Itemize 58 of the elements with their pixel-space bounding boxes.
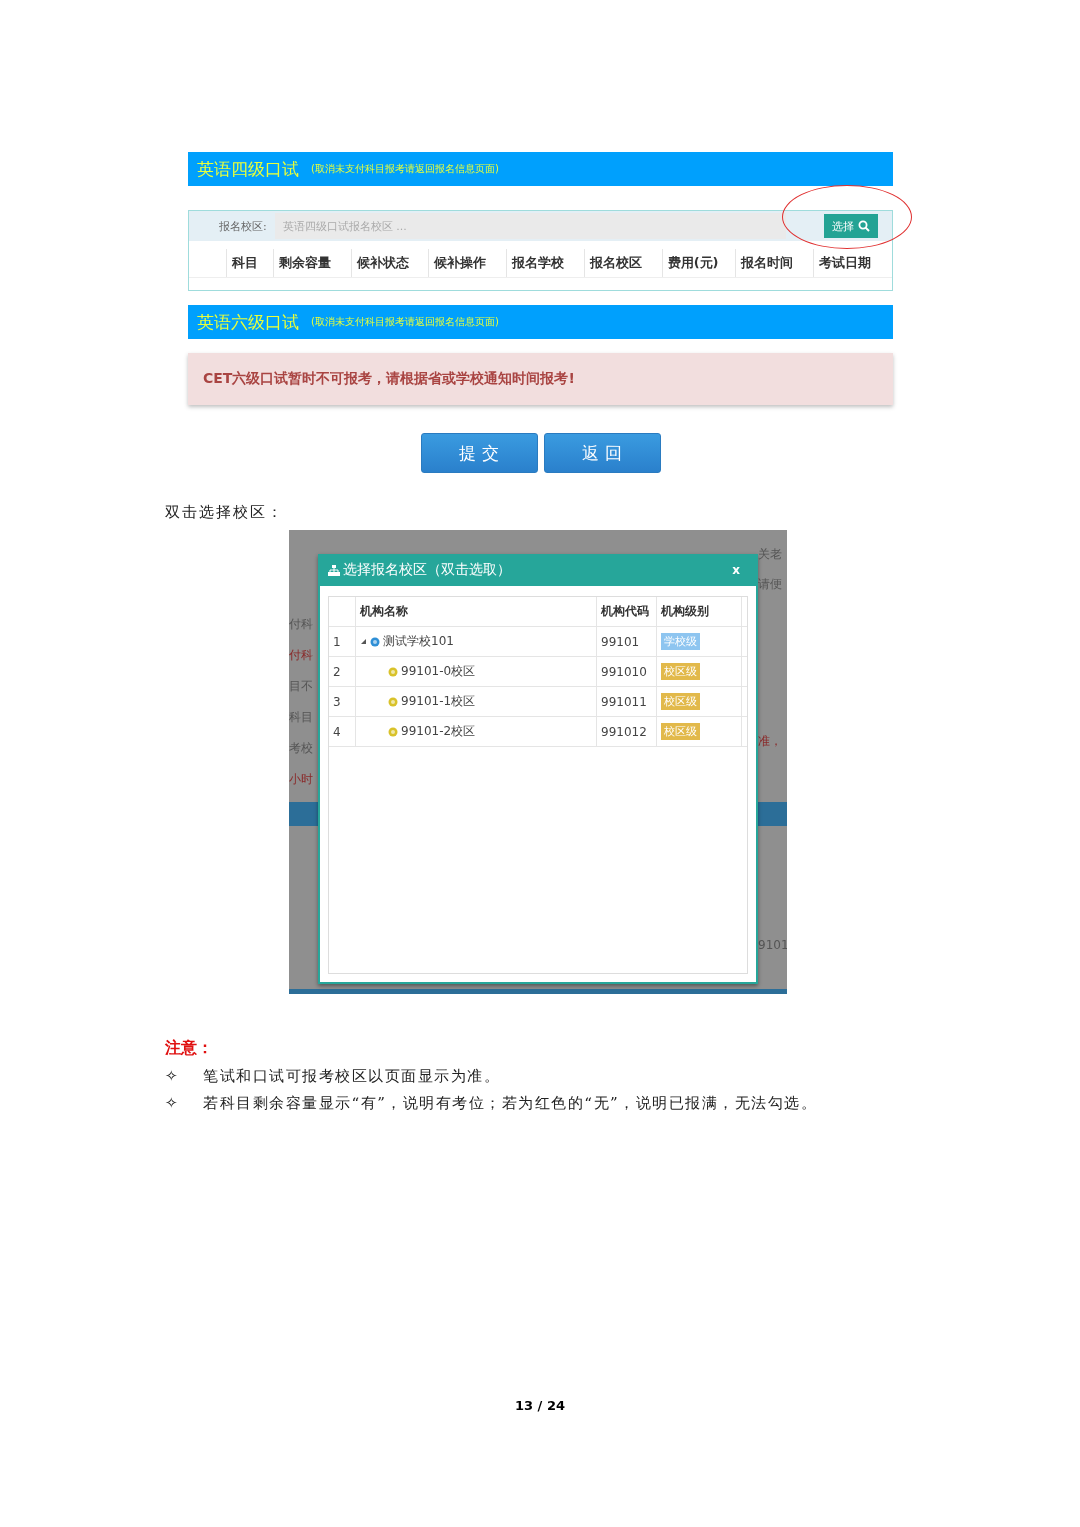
table-cell: 991011	[597, 687, 657, 716]
level-tag: 校区级	[661, 723, 700, 740]
section-note: (取消未支付科目报考请返回报名信息页面)	[311, 162, 499, 176]
form-button[interactable]: 提 交	[420, 433, 538, 473]
row-number: 2	[329, 657, 356, 686]
tree-node[interactable]: 99101-0校区	[356, 657, 597, 686]
column-header: 候补状态	[350, 249, 429, 277]
tree-node[interactable]: 99101-2校区	[356, 717, 597, 746]
row-number: 4	[329, 717, 356, 746]
form-button[interactable]: 返 回	[543, 433, 661, 473]
column-header: 候补操作	[428, 249, 507, 277]
search-icon	[858, 220, 870, 232]
column-header: 机构级别	[657, 597, 742, 626]
column-header: 机构代码	[597, 597, 657, 626]
alert-text: CET六级口试暂时不可报考，请根据省或学校通知时间报考!	[203, 370, 575, 388]
campus-field[interactable]: 英语四级口试报名校区 ...	[274, 213, 786, 239]
column-header: 剩余容量	[272, 249, 351, 277]
level-tag: 校区级	[661, 693, 700, 710]
column-header: 费用(元)	[661, 249, 736, 277]
level-tag: 校区级	[661, 663, 700, 680]
note-heading: 注意：	[165, 1038, 214, 1059]
background-text: 9101	[758, 938, 787, 952]
section-title: 英语四级口试	[197, 157, 299, 181]
column-header: 科目	[225, 249, 273, 277]
dialog-title: 选择报名校区（双击选取）	[328, 561, 511, 579]
school-node-icon	[370, 636, 380, 647]
background-text: 准，	[758, 733, 783, 750]
tree-node[interactable]: 测试学校101	[356, 627, 597, 656]
campus-node-icon	[388, 726, 398, 737]
section-note: (取消未支付科目报考请返回报名信息页面)	[311, 315, 499, 329]
background-text: 考校	[289, 740, 314, 757]
table-cell: 991012	[597, 717, 657, 746]
page-number: 13 / 24	[514, 1398, 566, 1413]
section-title: 英语六级口试	[197, 310, 299, 334]
tree-node[interactable]: 99101-1校区	[356, 687, 597, 716]
note-text: 若科目剩余容量显示“有”，说明有考位；若为红色的“无”，说明已报满，无法勾选。	[203, 1094, 818, 1113]
background-text: 付科	[289, 647, 314, 664]
campus-node-icon	[388, 666, 398, 677]
column-header: 报名学校	[506, 249, 584, 277]
background-text: 付科	[289, 616, 314, 633]
expand-triangle-icon[interactable]	[360, 638, 367, 645]
row-number: 1	[329, 627, 356, 656]
column-header: 报名校区	[583, 249, 662, 277]
column-header: 考试日期	[813, 249, 893, 277]
campus-label: 报名校区:	[219, 218, 267, 234]
row-number: 3	[329, 687, 356, 716]
table-cell: 991010	[597, 657, 657, 686]
caption: 双击选择校区：	[165, 503, 285, 522]
column-header: 报名时间	[735, 249, 814, 277]
bullet: ✧	[165, 1094, 179, 1113]
background-text: 小时	[289, 771, 314, 788]
level-tag: 学校级	[661, 633, 700, 650]
note-text: 笔试和口试可报考校区以页面显示为准。	[203, 1067, 500, 1086]
bullet: ✧	[165, 1067, 179, 1086]
column-header: 机构名称	[356, 597, 597, 626]
table-cell: 99101	[597, 627, 657, 656]
sitemap-icon	[328, 564, 340, 576]
campus-node-icon	[388, 696, 398, 707]
